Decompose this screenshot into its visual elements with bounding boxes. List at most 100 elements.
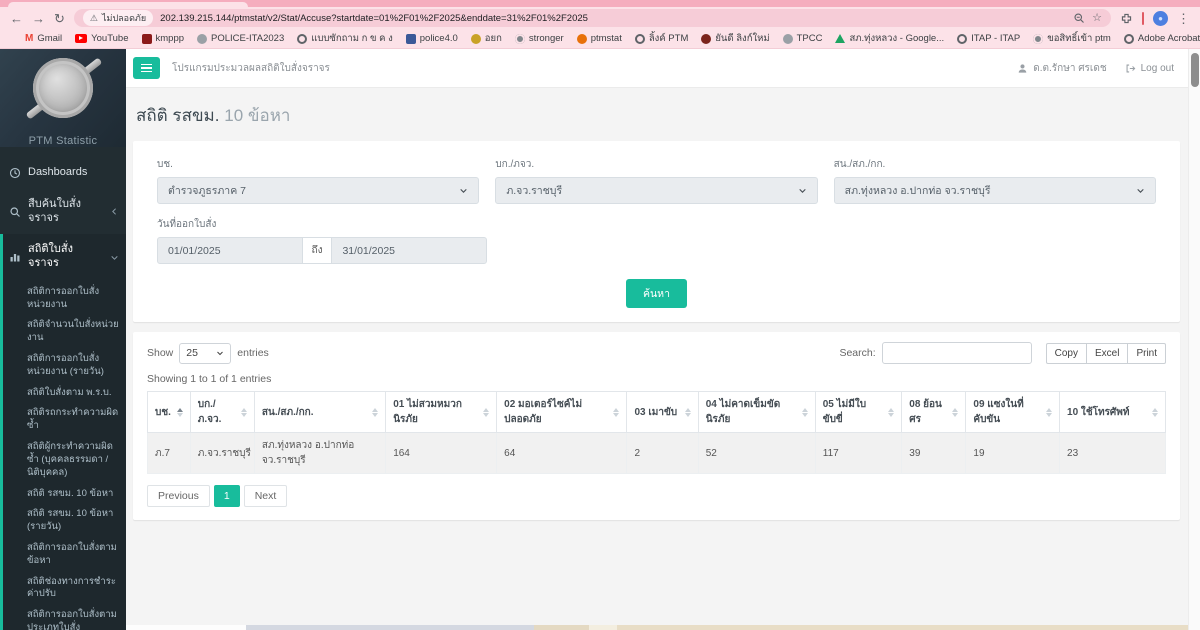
- scrollbar-thumb[interactable]: [1191, 53, 1199, 87]
- bookmark-item[interactable]: YouTube: [75, 33, 129, 44]
- copy-button[interactable]: Copy: [1045, 342, 1087, 364]
- table-row[interactable]: ภ.7 ภ.จว.ราชบุรี สภ.ทุ่งหลวง อ.ปากท่อ จว…: [147, 432, 1166, 474]
- bookmark-item[interactable]: ลิ้งค์ PTM: [634, 31, 689, 46]
- column-header[interactable]: 02 มอเตอร์ไซค์ไม่ปลอดภัย: [496, 391, 628, 433]
- submenu-item[interactable]: สถิติการออกใบสั่งหน่วยงาน: [3, 282, 126, 316]
- submenu-item[interactable]: สถิติการออกใบสั่งตามประเภทใบสั่ง: [3, 605, 126, 630]
- submenu-item[interactable]: สถิติผู้กระทำความผิดซ้ำ (บุคคลธรรมดา / น…: [3, 437, 126, 483]
- bookmark-item[interactable]: M Gmail: [25, 33, 62, 44]
- column-header[interactable]: 10 ใช้โทรศัพท์: [1059, 391, 1166, 433]
- search-button[interactable]: ค้นหา: [625, 279, 688, 308]
- submenu-item[interactable]: สถิติช่องทางการชำระค่าปรับ: [3, 572, 126, 606]
- gmail-icon: M: [25, 33, 34, 44]
- previous-page-button[interactable]: Previous: [147, 485, 210, 507]
- bookmark-item[interactable]: สภ.ทุ่งหลวง - Google...: [835, 31, 944, 46]
- submenu-item[interactable]: สถิติ รสขม. 10 ข้อหา (รายวัน): [3, 504, 126, 538]
- sort-icon: [801, 407, 808, 417]
- bookmark-item[interactable]: kmppp: [141, 33, 184, 44]
- browser-menu-icon[interactable]: ⋮: [1177, 12, 1190, 25]
- chevron-down-icon: [1137, 188, 1144, 193]
- bookmark-item[interactable]: แบบซักถาม ก ข ค ง: [297, 31, 393, 46]
- column-header[interactable]: 03 เมาขับ: [626, 391, 699, 433]
- column-header[interactable]: 01 ไม่สวมหมวกนิรภัย: [385, 391, 498, 433]
- globe-icon: [297, 33, 308, 44]
- entries-label: entries: [237, 347, 269, 359]
- sidebar-item-label: สืบค้นใบสั่งจราจร: [28, 197, 82, 224]
- sort-icon: [684, 407, 691, 417]
- bk-value: ภ.จว.ราชบุรี: [506, 185, 563, 197]
- date-from-input[interactable]: [157, 237, 303, 264]
- reload-icon[interactable]: ↻: [54, 12, 65, 25]
- show-label: Show: [147, 347, 174, 359]
- sidebar-item-search-tickets[interactable]: สืบค้นใบสั่งจราจร: [0, 189, 126, 235]
- submenu-item[interactable]: สถิติจำนวนใบสั่งหน่วยงาน: [3, 315, 126, 349]
- sidebar-item-dashboards[interactable]: Dashboards: [0, 157, 126, 189]
- bookmark-label: ลิ้งค์ PTM: [648, 33, 689, 44]
- column-header[interactable]: สน./สภ./กก.: [253, 391, 387, 433]
- sn-value: สภ.ทุ่งหลวง อ.ปากท่อ จว.ราชบุรี: [844, 185, 991, 197]
- bookmark-item[interactable]: stronger: [514, 33, 564, 44]
- bch-value: ตำรวจภูธรภาค 7: [168, 185, 246, 197]
- page-number-button[interactable]: 1: [213, 485, 240, 507]
- person-icon: [1018, 63, 1027, 73]
- bookmark-item[interactable]: อยก: [470, 31, 502, 46]
- browser-chrome: ← → ↻ ⚠ ไม่ปลอดภัย 202.139.215.144/ptmst…: [0, 0, 1200, 49]
- stats-table: บช. บก./ภ.จว. สน./สภ./กก. 01 ไม่สวมหมวกน…: [147, 391, 1166, 474]
- bookmark-item[interactable]: ขอสิทธิ์เข้า ptm: [1033, 31, 1111, 46]
- hamburger-menu-button[interactable]: [133, 57, 160, 79]
- page-title: สถิติ รสขม. 10 ข้อหา: [136, 106, 291, 125]
- bookmark-item[interactable]: police4.0: [405, 33, 458, 44]
- bookmark-label: stronger: [528, 33, 564, 44]
- date-to-input[interactable]: [331, 237, 487, 264]
- bk-select[interactable]: ภ.จว.ราชบุรี: [495, 177, 818, 204]
- table-card: Show 25 entries Search: Copy Excel Print…: [133, 332, 1180, 520]
- excel-button[interactable]: Excel: [1085, 342, 1129, 364]
- print-button[interactable]: Print: [1127, 342, 1166, 364]
- submenu-item[interactable]: สถิติรถกระทำความผิดซ้ำ: [3, 403, 126, 437]
- bookmark-item[interactable]: ITAP - ITAP: [957, 33, 1020, 44]
- table-cell: 39: [901, 432, 967, 474]
- person-icon: [197, 33, 208, 44]
- submenu-item[interactable]: สถิติใบสั่งตาม พ.ร.บ.: [3, 383, 126, 404]
- bookmarks-bar: M Gmail YouTube kmppp POLICE-ITA2023 แบบซ…: [0, 29, 1200, 49]
- column-header[interactable]: 05 ไม่มีใบขับขี่: [814, 391, 903, 433]
- submenu-item[interactable]: สถิติการออกใบสั่งตามข้อหา: [3, 538, 126, 572]
- profile-avatar[interactable]: ●: [1153, 10, 1168, 26]
- sidebar-item-label: Dashboards: [28, 166, 88, 178]
- column-header[interactable]: 09 แซงในที่คับขัน: [965, 391, 1061, 433]
- browser-tab[interactable]: [8, 2, 248, 7]
- logout-button[interactable]: Log out: [1125, 63, 1174, 74]
- bookmark-star-icon[interactable]: ☆: [1092, 12, 1102, 24]
- bookmark-item[interactable]: ptmstat: [576, 33, 622, 44]
- user-menu[interactable]: ด.ต.รักษา ศรเดช: [1017, 61, 1107, 76]
- sort-icon: [888, 407, 895, 417]
- column-header[interactable]: 04 ไม่คาดเข็มขัดนิรภัย: [697, 391, 816, 433]
- column-header[interactable]: 08 ย้อนศร: [901, 391, 967, 433]
- bch-select[interactable]: ตำรวจภูธรภาค 7: [157, 177, 480, 204]
- table-search-input[interactable]: [881, 342, 1032, 364]
- bookmark-item[interactable]: TPCC: [782, 33, 822, 44]
- security-chip[interactable]: ⚠ ไม่ปลอดภัย: [82, 10, 154, 26]
- column-header[interactable]: บก./ภ.จว.: [189, 391, 255, 433]
- page-length-select[interactable]: 25: [179, 342, 232, 364]
- sidebar-submenu: สถิติการออกใบสั่งหน่วยงาน สถิติจำนวนใบสั…: [3, 280, 126, 630]
- url-bar[interactable]: ⚠ ไม่ปลอดภัย 202.139.215.144/ptmstat/v2/…: [73, 9, 1111, 27]
- zoom-out-icon[interactable]: [1073, 12, 1085, 24]
- sidebar-item-stats-tickets[interactable]: สถิติใบสั่งจราจร: [3, 234, 126, 280]
- sn-select[interactable]: สภ.ทุ่งหลวง อ.ปากท่อ จว.ราชบุรี: [833, 177, 1156, 204]
- bookmark-item[interactable]: POLICE-ITA2023: [197, 33, 284, 44]
- bookmark-item[interactable]: ยันดี ลิงก์ใหม่: [701, 31, 770, 46]
- submenu-item[interactable]: สถิติการออกใบสั่งหน่วยงาน (รายวัน): [3, 349, 126, 383]
- extensions-icon[interactable]: [1120, 12, 1133, 25]
- back-icon[interactable]: ←: [10, 12, 23, 25]
- sort-icon: [952, 407, 959, 417]
- forward-icon[interactable]: →: [32, 12, 45, 25]
- submenu-item[interactable]: สถิติ รสขม. 10 ข้อหา: [3, 484, 126, 505]
- column-header[interactable]: บช.: [147, 391, 191, 433]
- bookmark-label: ขอสิทธิ์เข้า ptm: [1047, 33, 1111, 44]
- dashboard-icon: [9, 167, 21, 178]
- bookmark-item[interactable]: Adobe Acrobat: [1123, 33, 1200, 44]
- favicon-icon: [782, 33, 793, 44]
- next-page-button[interactable]: Next: [243, 485, 288, 507]
- page-scrollbar[interactable]: [1188, 49, 1200, 630]
